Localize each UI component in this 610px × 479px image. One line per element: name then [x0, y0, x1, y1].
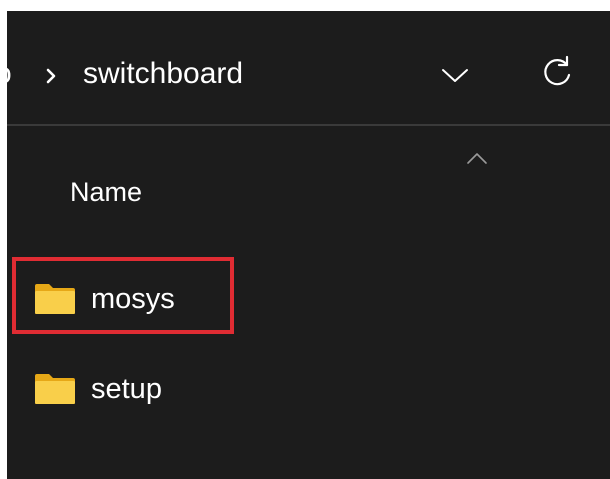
sort-ascending-icon[interactable]	[466, 151, 488, 165]
file-explorer-window: o switchboard Name mosys	[7, 11, 610, 479]
chevron-down-icon	[442, 69, 468, 82]
folder-icon	[35, 374, 75, 404]
refresh-button[interactable]	[535, 51, 579, 95]
highlight-annotation-box	[12, 257, 234, 334]
column-header-name[interactable]: Name	[70, 176, 142, 208]
address-bar[interactable]: o switchboard	[7, 11, 610, 124]
breadcrumb-partial-item[interactable]: o	[7, 57, 12, 91]
refresh-icon	[544, 55, 571, 86]
address-bar-divider	[7, 124, 610, 126]
breadcrumb-current-folder[interactable]: switchboard	[83, 55, 243, 93]
chevron-right-icon[interactable]	[43, 68, 59, 84]
list-item-setup[interactable]: setup	[33, 363, 433, 415]
list-item-label: setup	[91, 373, 162, 405]
address-history-dropdown[interactable]	[437, 57, 473, 93]
